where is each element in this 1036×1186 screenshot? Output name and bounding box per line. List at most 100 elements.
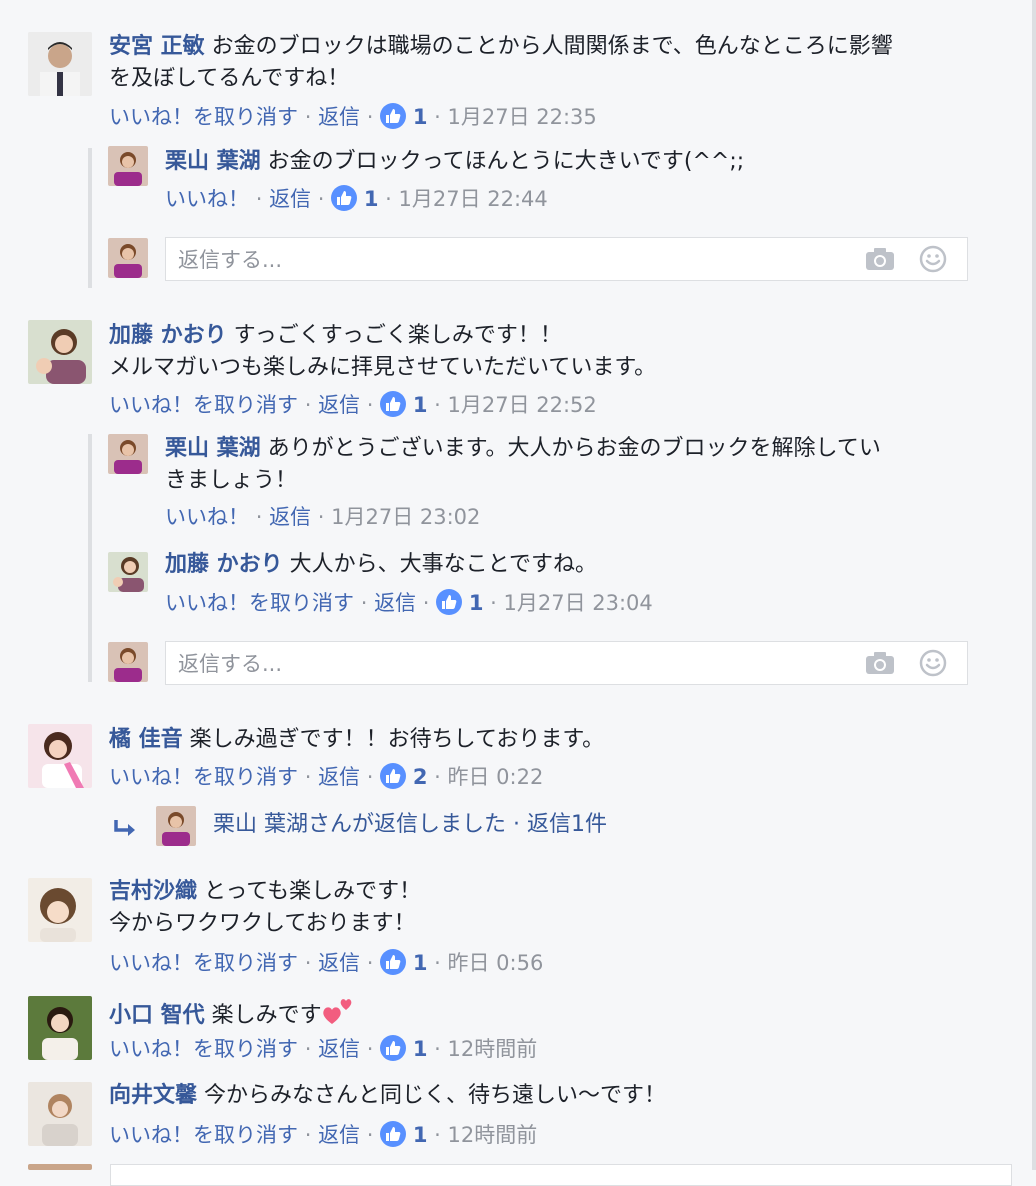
reply-input[interactable]: 返信する...	[165, 641, 968, 685]
camera-icon[interactable]	[865, 651, 895, 679]
like-count[interactable]: 1	[469, 591, 484, 615]
separator: ·	[366, 951, 374, 975]
reply-link[interactable]: 返信	[318, 1123, 360, 1147]
avatar[interactable]	[28, 996, 92, 1060]
reply-link[interactable]: 返信	[318, 393, 360, 417]
comment-body: 橘 佳音 楽しみ過ぎです！！お待ちしております。	[109, 724, 989, 756]
comment-body: 向井文馨 今からみなさんと同じく、待ち遠しい〜です！	[109, 1080, 989, 1112]
separator: ·	[304, 951, 312, 975]
reply-link[interactable]: 返信	[318, 1037, 360, 1061]
avatar[interactable]	[156, 806, 196, 846]
timestamp[interactable]: 1月27日 22:35	[448, 105, 597, 129]
reply-arrow-icon	[112, 818, 138, 844]
author-name[interactable]: 向井文馨	[109, 1083, 197, 1108]
comment-body: 小口 智代 楽しみです	[109, 994, 989, 1032]
timestamp[interactable]: 昨日 0:56	[448, 951, 544, 975]
like-count[interactable]: 1	[413, 105, 428, 129]
timestamp[interactable]: 12時間前	[448, 1037, 538, 1061]
avatar	[108, 642, 148, 682]
avatar[interactable]	[108, 434, 148, 474]
unlike-link[interactable]: いいね！を取り消す	[109, 1123, 298, 1147]
avatar[interactable]	[108, 146, 148, 186]
unlike-link[interactable]: いいね！を取り消す	[109, 951, 298, 975]
separator: ·	[385, 187, 392, 211]
like-count[interactable]: 2	[413, 765, 428, 789]
timestamp[interactable]: 1月27日 23:02	[331, 505, 480, 529]
scrollbar-track[interactable]	[1032, 0, 1036, 1170]
author-name[interactable]: 安宮 正敏	[109, 34, 205, 59]
timestamp[interactable]: 1月27日 23:04	[504, 591, 653, 615]
like-count[interactable]: 1	[413, 951, 428, 975]
separator: ·	[422, 591, 430, 615]
reply-link[interactable]: 返信	[318, 951, 360, 975]
avatar[interactable]	[108, 552, 148, 592]
comment-input[interactable]	[110, 1164, 1012, 1186]
reply-link[interactable]: 返信	[269, 505, 311, 529]
emoji-icon[interactable]	[919, 649, 947, 681]
timestamp[interactable]: 1月27日 22:44	[399, 187, 548, 211]
separator: ·	[434, 1037, 441, 1061]
comment-actions: いいね！を取り消す · 返信 · 1 · 1月27日 22:52	[109, 390, 597, 420]
author-name[interactable]: 栗山 葉湖	[165, 149, 261, 174]
avatar[interactable]	[28, 724, 92, 788]
like-count[interactable]: 1	[413, 393, 428, 417]
reply-placeholder: 返信する...	[178, 248, 283, 272]
unlike-link[interactable]: いいね！を取り消す	[109, 765, 298, 789]
separator: ·	[255, 187, 263, 211]
author-name[interactable]: 加藤 かおり	[109, 323, 227, 348]
reply-thread-line	[88, 434, 92, 682]
unlike-link[interactable]: いいね！を取り消す	[109, 1037, 298, 1061]
camera-icon[interactable]	[865, 247, 895, 275]
like-count-icon[interactable]	[380, 391, 407, 417]
author-name[interactable]: 加藤 かおり	[165, 552, 283, 577]
author-name[interactable]: 小口 智代	[109, 1003, 205, 1028]
like-count[interactable]: 1	[413, 1123, 428, 1147]
like-count-icon[interactable]	[331, 185, 358, 211]
separator: ·	[360, 591, 368, 615]
avatar	[108, 238, 148, 278]
like-count[interactable]: 1	[364, 187, 379, 211]
emoji-icon[interactable]	[919, 245, 947, 277]
separator: ·	[317, 187, 325, 211]
comment-body: 安宮 正敏 お金のブロックは職場のことから人間関係まで、色んなところに影響 を及…	[109, 31, 989, 95]
separator: ·	[304, 393, 312, 417]
separator: ·	[434, 765, 441, 789]
unlike-link[interactable]: いいね！を取り消す	[165, 591, 354, 615]
like-count-icon[interactable]	[380, 1121, 407, 1147]
like-count[interactable]: 1	[413, 1037, 428, 1061]
reply-link[interactable]: 返信	[318, 765, 360, 789]
author-name[interactable]: 橘 佳音	[109, 727, 183, 752]
timestamp[interactable]: 1月27日 22:52	[448, 393, 597, 417]
author-name[interactable]: 栗山 葉湖	[165, 436, 261, 461]
reply-body: 栗山 葉湖 お金のブロックってほんとうに大きいです(^^;;	[165, 146, 985, 178]
avatar	[28, 1164, 92, 1170]
reply-link[interactable]: 返信	[269, 187, 311, 211]
comment-body: 吉村沙織 とっても楽しみです！ 今からワクワクしております！	[109, 876, 989, 940]
reply-input[interactable]: 返信する...	[165, 237, 968, 281]
view-replies-link[interactable]: 栗山 葉湖さんが返信しました · 返信1件	[213, 809, 607, 841]
unlike-link[interactable]: いいね！を取り消す	[109, 393, 298, 417]
like-count-icon[interactable]	[380, 103, 407, 129]
like-link[interactable]: いいね！	[165, 187, 249, 211]
unlike-link[interactable]: いいね！を取り消す	[109, 105, 298, 129]
comment-text: お金のブロックってほんとうに大きいです(^^;;	[267, 149, 745, 174]
comment-text: を及ぼしてるんですね！	[109, 66, 350, 91]
like-count-icon[interactable]	[380, 763, 407, 789]
reply-link[interactable]: 返信	[374, 591, 416, 615]
like-count-icon[interactable]	[380, 1035, 407, 1061]
like-link[interactable]: いいね！	[165, 505, 249, 529]
avatar[interactable]	[28, 320, 92, 384]
reply-link[interactable]: 返信	[318, 105, 360, 129]
avatar[interactable]	[28, 878, 92, 942]
avatar[interactable]	[28, 32, 92, 96]
separator: ·	[434, 951, 441, 975]
comment-actions: いいね！を取り消す · 返信 · 1 · 1月27日 23:04	[165, 588, 653, 618]
comment-text: お金のブロックは職場のことから人間関係まで、色んなところに影響	[211, 34, 893, 59]
timestamp[interactable]: 12時間前	[448, 1123, 538, 1147]
timestamp[interactable]: 昨日 0:22	[448, 765, 544, 789]
like-count-icon[interactable]	[436, 589, 463, 615]
avatar[interactable]	[28, 1082, 92, 1146]
like-count-icon[interactable]	[380, 949, 407, 975]
author-name[interactable]: 吉村沙織	[109, 879, 197, 904]
separator: ·	[304, 765, 312, 789]
